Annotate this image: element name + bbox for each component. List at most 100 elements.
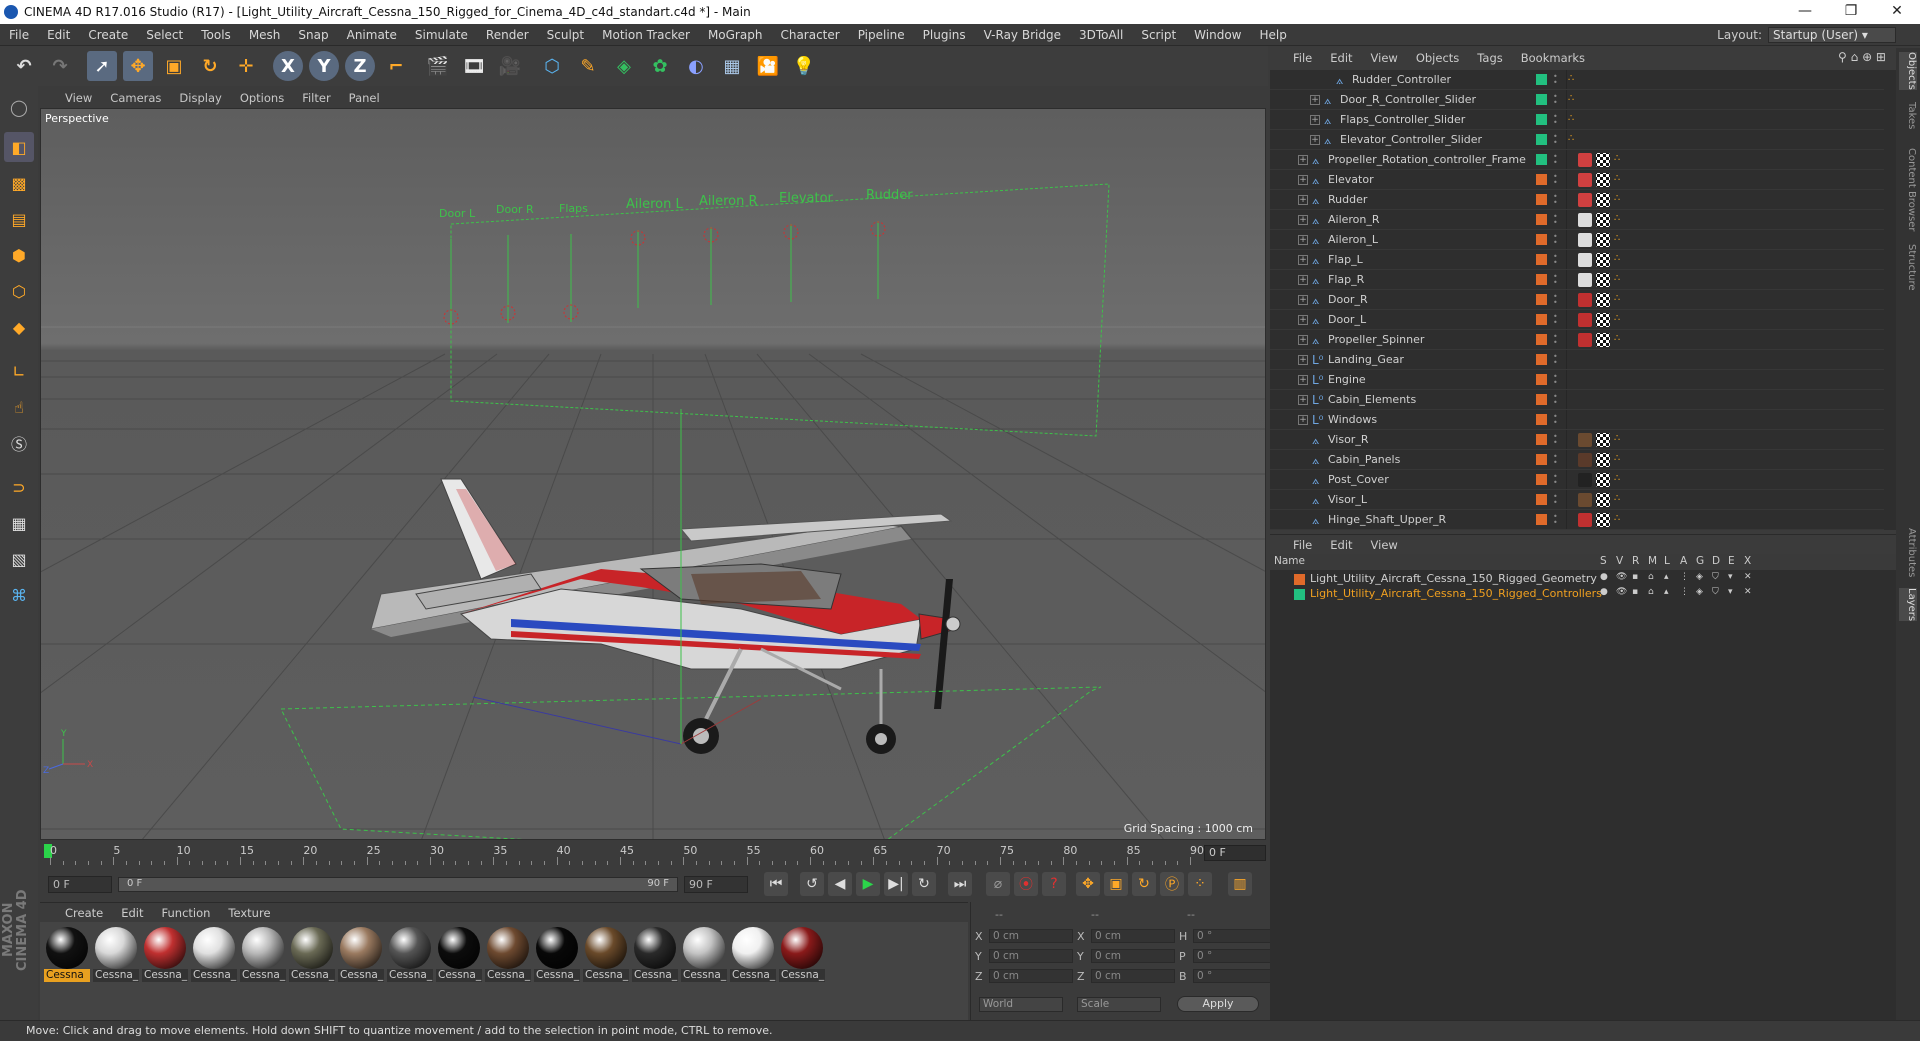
- object-menu-view[interactable]: View: [1362, 51, 1407, 65]
- layout-dropdown[interactable]: Startup (User) ▾: [1768, 27, 1896, 43]
- timeline-window-icon[interactable]: ▥: [1228, 872, 1252, 896]
- layer-flag-icon[interactable]: ▴: [1664, 572, 1669, 582]
- viewport-menu-panel[interactable]: Panel: [340, 91, 389, 105]
- visibility-dots-icon[interactable]: • •: [1553, 93, 1558, 107]
- material-tag-icon[interactable]: [1578, 513, 1592, 527]
- menu-animate[interactable]: Animate: [338, 28, 406, 42]
- render-settings-icon[interactable]: 🎥: [495, 51, 525, 81]
- ik-tag-icon[interactable]: ∴: [1614, 253, 1628, 267]
- menu-motion-tracker[interactable]: Motion Tracker: [593, 28, 699, 42]
- render-view-icon[interactable]: 🎬: [423, 51, 453, 81]
- visibility-dots-icon[interactable]: • •: [1553, 73, 1558, 87]
- material-tag-icon[interactable]: [1596, 293, 1610, 307]
- coordinate-value-field[interactable]: 0 cm: [989, 949, 1073, 963]
- next-key-icon[interactable]: ↻: [912, 872, 936, 896]
- material-tag-icon[interactable]: [1578, 173, 1592, 187]
- menu-edit[interactable]: Edit: [38, 28, 79, 42]
- cube-icon[interactable]: ⬡: [537, 51, 567, 81]
- material-swatch[interactable]: Cessna_: [583, 927, 629, 983]
- material-swatch[interactable]: Cessna_: [240, 927, 286, 983]
- side-tab-content-browser[interactable]: Content Browser: [1899, 148, 1917, 231]
- restore-button[interactable]: ❐: [1828, 0, 1874, 24]
- ik-tag-icon[interactable]: ∴: [1614, 173, 1628, 187]
- layer-flag-icon[interactable]: ▪: [1632, 587, 1638, 597]
- planar-workplane-icon[interactable]: ▧: [4, 544, 34, 574]
- key-point-level-icon[interactable]: ⁘: [1188, 872, 1212, 896]
- previous-key-icon[interactable]: ↺: [800, 872, 824, 896]
- expand-toggle-icon[interactable]: +: [1310, 135, 1320, 145]
- material-menu-edit[interactable]: Edit: [112, 906, 152, 920]
- expand-toggle-icon[interactable]: +: [1298, 395, 1308, 405]
- material-tag-icon[interactable]: [1578, 293, 1592, 307]
- coordinate-value-field[interactable]: 0 °: [1193, 929, 1277, 943]
- ik-tag-icon[interactable]: ∴: [1614, 193, 1628, 207]
- visibility-dots-icon[interactable]: • •: [1553, 373, 1558, 387]
- layer-menu-edit[interactable]: Edit: [1321, 538, 1361, 552]
- material-menu-texture[interactable]: Texture: [219, 906, 279, 920]
- layer-color-swatch[interactable]: [1536, 234, 1547, 245]
- material-tag-icon[interactable]: ∴: [1568, 113, 1582, 127]
- visibility-dots-icon[interactable]: • •: [1553, 313, 1558, 327]
- enable-axis-icon[interactable]: ∟: [4, 356, 34, 386]
- menu-simulate[interactable]: Simulate: [406, 28, 477, 42]
- visibility-dots-icon[interactable]: • •: [1553, 433, 1558, 447]
- texture-mode-icon[interactable]: ▩: [4, 168, 34, 198]
- visibility-dots-icon[interactable]: • •: [1553, 453, 1558, 467]
- model-mode-icon[interactable]: ◧: [4, 132, 34, 162]
- python-icon[interactable]: ⌘: [4, 580, 34, 610]
- material-tag-icon[interactable]: [1578, 433, 1592, 447]
- layer-flag-icon[interactable]: ⋮: [1680, 572, 1689, 582]
- light-icon[interactable]: 💡: [789, 51, 819, 81]
- live-select-icon[interactable]: ✛: [231, 51, 261, 81]
- object-menu-edit[interactable]: Edit: [1321, 51, 1361, 65]
- layer-flag-icon[interactable]: ◈: [1696, 587, 1703, 597]
- object-row[interactable]: + ⟑ Elevator • • ∴: [1270, 170, 1884, 190]
- material-swatch[interactable]: Cessna_: [534, 927, 580, 983]
- ik-tag-icon[interactable]: ∴: [1614, 493, 1628, 507]
- material-swatch[interactable]: Cessna_: [632, 927, 678, 983]
- viewport-menu-cameras[interactable]: Cameras: [101, 91, 170, 105]
- coordinate-value-field[interactable]: 0 cm: [989, 929, 1073, 943]
- record-keyframe-icon[interactable]: ⦿: [1014, 872, 1038, 896]
- layer-menu-file[interactable]: File: [1284, 538, 1321, 552]
- ik-tag-icon[interactable]: ∴: [1614, 473, 1628, 487]
- ik-tag-icon[interactable]: ∴: [1614, 233, 1628, 247]
- object-row[interactable]: ⟑ Post_Cover • • ∴: [1270, 470, 1884, 490]
- menu-create[interactable]: Create: [79, 28, 137, 42]
- ik-tag-icon[interactable]: ∴: [1614, 453, 1628, 467]
- expand-toggle-icon[interactable]: +: [1298, 195, 1308, 205]
- object-menu-tags[interactable]: Tags: [1468, 51, 1511, 65]
- ik-tag-icon[interactable]: ∴: [1614, 313, 1628, 327]
- material-tag-icon[interactable]: [1596, 313, 1610, 327]
- material-swatch[interactable]: Cessna_: [485, 927, 531, 983]
- side-tab-layers[interactable]: Layers: [1899, 588, 1917, 622]
- material-tag-icon[interactable]: [1596, 233, 1610, 247]
- current-frame-field[interactable]: 0 F: [1204, 845, 1266, 861]
- apply-button[interactable]: Apply: [1177, 996, 1259, 1012]
- play-icon[interactable]: ▶: [856, 872, 880, 896]
- object-menu-bookmarks[interactable]: Bookmarks: [1512, 51, 1594, 65]
- layer-color-swatch[interactable]: [1294, 589, 1305, 600]
- layer-menu-view[interactable]: View: [1362, 538, 1407, 552]
- material-swatch[interactable]: Cessna_: [142, 927, 188, 983]
- material-swatch[interactable]: Cessna_: [289, 927, 335, 983]
- coordinate-value-field[interactable]: 0 cm: [1091, 949, 1175, 963]
- object-row[interactable]: + L⁰ Landing_Gear • •: [1270, 350, 1884, 370]
- object-row[interactable]: ⟑ Cabin_Panels • • ∴: [1270, 450, 1884, 470]
- layer-flag-icon[interactable]: ●: [1600, 587, 1608, 597]
- visibility-dots-icon[interactable]: • •: [1553, 213, 1558, 227]
- material-tag-icon[interactable]: [1578, 193, 1592, 207]
- material-tag-icon[interactable]: [1596, 213, 1610, 227]
- material-tag-icon[interactable]: [1596, 513, 1610, 527]
- coordinate-value-field[interactable]: 0 cm: [989, 969, 1073, 983]
- camera-icon[interactable]: 🎦: [753, 51, 783, 81]
- object-row[interactable]: + ⟑ Propeller_Spinner • • ∴: [1270, 330, 1884, 350]
- visibility-dots-icon[interactable]: • •: [1553, 493, 1558, 507]
- minimize-button[interactable]: —: [1782, 0, 1828, 24]
- visibility-dots-icon[interactable]: • •: [1553, 393, 1558, 407]
- object-row[interactable]: + ⟑ Flaps_Controller_Slider • • ∴: [1270, 110, 1884, 130]
- material-tag-icon[interactable]: [1578, 153, 1592, 167]
- menu-select[interactable]: Select: [137, 28, 192, 42]
- viewport-menu-filter[interactable]: Filter: [293, 91, 339, 105]
- layer-flag-icon[interactable]: ✕: [1744, 572, 1752, 582]
